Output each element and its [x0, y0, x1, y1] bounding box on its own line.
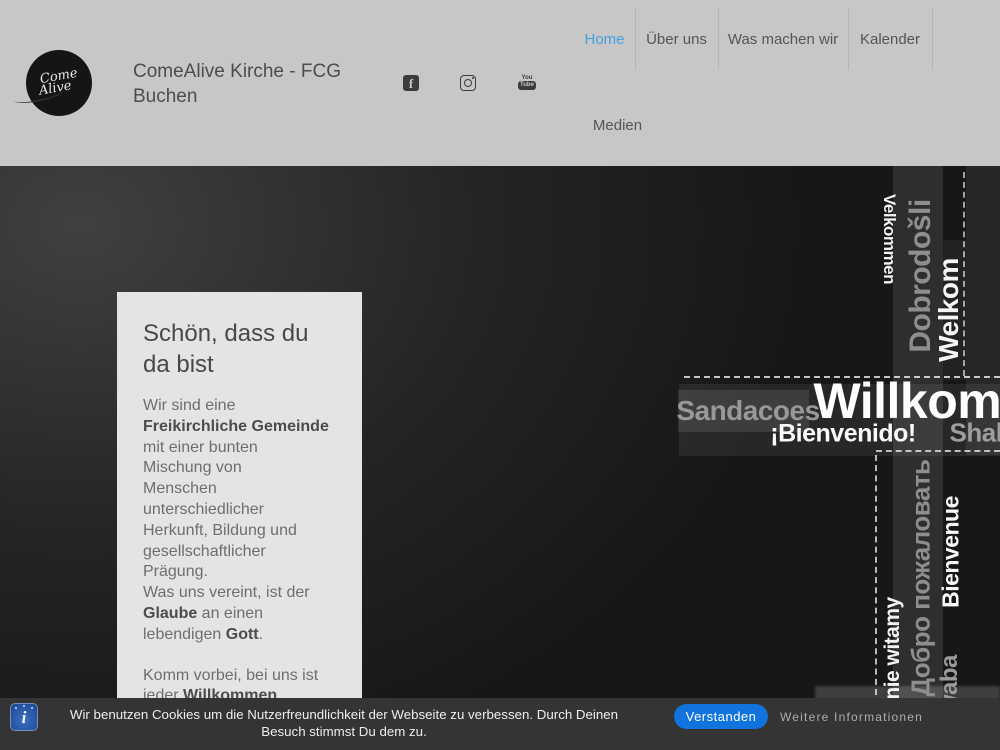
site-title: ComeAlive Kirche - FCG Buchen	[133, 59, 348, 110]
nav-item-kalender[interactable]: Kalender	[848, 8, 933, 70]
info-icon: i	[10, 703, 38, 731]
hero-word: Willkommen	[813, 372, 1000, 430]
cookie-message: Wir benutzen Cookies um die Nutzerfreund…	[48, 706, 640, 740]
instagram-dot	[472, 77, 474, 79]
nav-item-ueber-uns[interactable]: Über uns	[635, 8, 719, 70]
hero-word: Добро пожаловать	[906, 459, 937, 696]
site-header: Come Alive ComeAlive Kirche - FCG Buchen…	[0, 0, 1000, 166]
dashed-line	[875, 455, 877, 695]
nav-item-medien[interactable]: Medien	[574, 94, 661, 156]
light-band	[943, 240, 966, 380]
facebook-icon[interactable]: f	[403, 75, 419, 91]
nav-item-was-machen-wir[interactable]: Was machen wir	[718, 8, 849, 70]
hero-word: Dobrodošli	[904, 199, 938, 352]
instagram-lens	[464, 79, 472, 87]
info-icon-stars	[14, 705, 34, 711]
hero-section: VelkommenDobrodošliWelkom WillkommenSanda…	[0, 166, 1000, 750]
dashed-line	[876, 450, 1000, 452]
hero-word: Shalom	[950, 418, 1000, 449]
welcome-heading: Schön, dass du da bist	[143, 318, 338, 380]
dashed-line	[963, 172, 965, 376]
welcome-card: Schön, dass du da bist Wir sind eine Fre…	[117, 292, 362, 712]
accept-cookies-button[interactable]: Verstanden	[674, 704, 768, 729]
light-band	[678, 390, 809, 432]
hero-word: Sandacoes	[676, 395, 819, 427]
light-band	[893, 166, 943, 750]
hero-word: Welkom	[933, 258, 965, 362]
youtube-icon-bottom: Tube	[518, 81, 536, 90]
hero-word: ¡Bienvenido!	[770, 420, 915, 449]
hero-word: Bienvenue	[938, 496, 965, 608]
more-information-link[interactable]: Weitere Informationen	[780, 710, 923, 724]
youtube-icon[interactable]: You Tube	[518, 75, 536, 90]
light-band	[966, 166, 1000, 455]
cookie-banner: i Wir benutzen Cookies um die Nutzerfreu…	[0, 698, 1000, 750]
dashed-line	[684, 376, 1000, 378]
instagram-icon[interactable]	[460, 75, 476, 91]
light-band	[679, 384, 1000, 456]
hero-word: Velkommen	[879, 194, 899, 284]
nav-item-home[interactable]: Home	[574, 8, 636, 70]
site-logo[interactable]: Come Alive	[26, 50, 92, 116]
welcome-paragraph: Wir sind eine Freikirchliche Gemeinde mi…	[143, 396, 336, 646]
social-links: f You Tube	[401, 75, 551, 95]
